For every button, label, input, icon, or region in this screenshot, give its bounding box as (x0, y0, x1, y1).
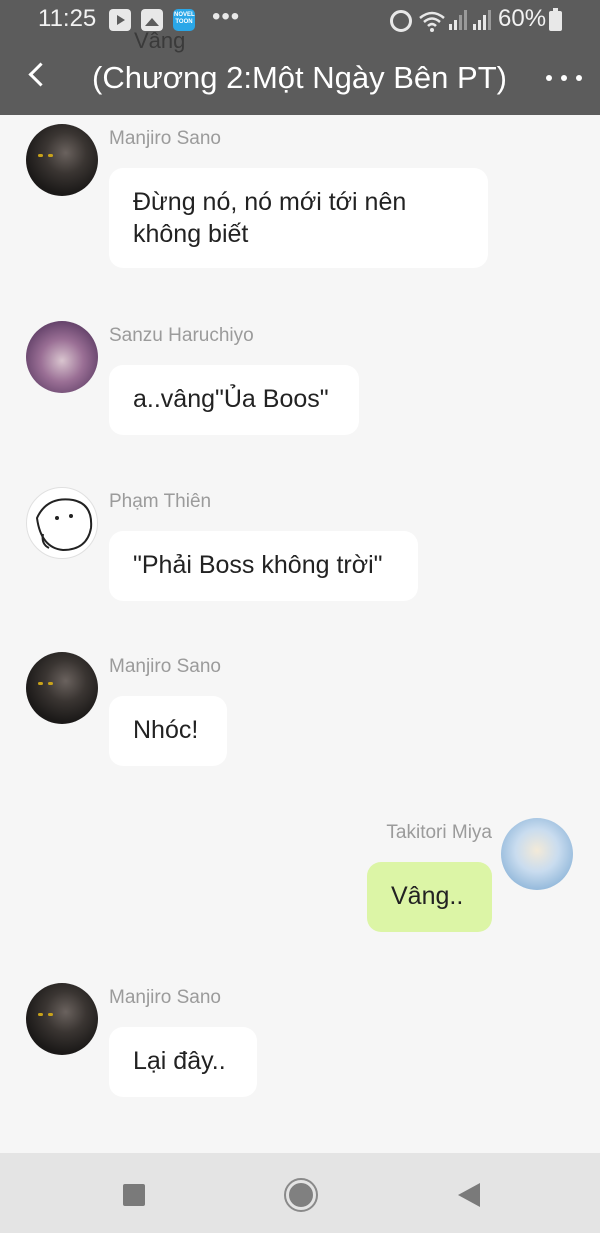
miya-avatar[interactable] (501, 818, 573, 890)
more-dot-icon (546, 75, 552, 81)
chat-message: Manjiro Sano Nhóc! (0, 646, 600, 766)
message-bubble[interactable]: Nhóc! (109, 696, 227, 766)
more-dot-icon (576, 75, 582, 81)
chat-message: Phạm Thiên "Phải Boss không trời" (0, 481, 600, 601)
chat-message-outgoing: Takitori Miya Vâng.. (0, 812, 600, 932)
sender-name: Manjiro Sano (109, 987, 221, 1008)
alarm-icon (390, 10, 412, 32)
sender-name: Manjiro Sano (109, 656, 221, 677)
status-time: 11:25 (38, 5, 97, 32)
battery-icon (549, 8, 562, 31)
message-bubble[interactable]: Vâng.. (367, 862, 492, 932)
sender-name: Takitori Miya (386, 822, 492, 843)
wifi-icon (419, 11, 445, 32)
top-bar: Vâng 11:25 NOVEL TOON ••• 60% (Chương 2:… (0, 0, 600, 115)
sanzu-avatar[interactable] (26, 321, 98, 393)
chevron-left-icon (28, 62, 53, 87)
more-options-button[interactable] (540, 58, 588, 98)
chat-message: Manjiro Sano Đừng nó, nó mới tới nên khô… (0, 118, 600, 278)
novel-toon-icon: NOVEL TOON (173, 9, 195, 31)
sender-name: Manjiro Sano (109, 128, 221, 149)
gallery-icon (141, 9, 163, 31)
signal-icon-sim2 (473, 10, 491, 30)
sender-name: Phạm Thiên (109, 491, 212, 512)
signal-icon-sim1 (449, 10, 467, 30)
message-bubble[interactable]: "Phải Boss không trời" (109, 531, 418, 601)
mikey-avatar[interactable] (26, 124, 98, 196)
youtube-icon (109, 9, 131, 31)
system-navigation-bar (0, 1153, 600, 1233)
battery-percent: 60% (498, 5, 547, 32)
chat-message: Sanzu Haruchiyo a..vâng"Ủa Boos" (0, 316, 600, 436)
back-triangle-icon[interactable] (458, 1183, 480, 1207)
sender-name: Sanzu Haruchiyo (109, 325, 254, 346)
mikey-avatar[interactable] (26, 983, 98, 1055)
doodle-face-icon (35, 498, 93, 552)
chat-message: Manjiro Sano Lại đây.. (0, 977, 600, 1097)
status-bar: 11:25 NOVEL TOON ••• 60% (0, 0, 600, 40)
chapter-header: (Chương 2:Một Ngày Bên PT) (0, 40, 600, 115)
chapter-title: (Chương 2:Một Ngày Bên PT) (92, 60, 507, 95)
mikey-avatar[interactable] (26, 652, 98, 724)
pham-thien-avatar[interactable] (26, 487, 98, 559)
more-dot-icon (561, 75, 567, 81)
message-bubble[interactable]: Đừng nó, nó mới tới nên không biết (109, 168, 488, 268)
home-icon[interactable] (284, 1178, 318, 1212)
message-bubble[interactable]: a..vâng"Ủa Boos" (109, 365, 359, 435)
recent-apps-icon[interactable] (123, 1184, 145, 1206)
more-notifications-icon: ••• (212, 3, 241, 30)
message-bubble[interactable]: Lại đây.. (109, 1027, 257, 1097)
back-button[interactable] (18, 54, 58, 98)
